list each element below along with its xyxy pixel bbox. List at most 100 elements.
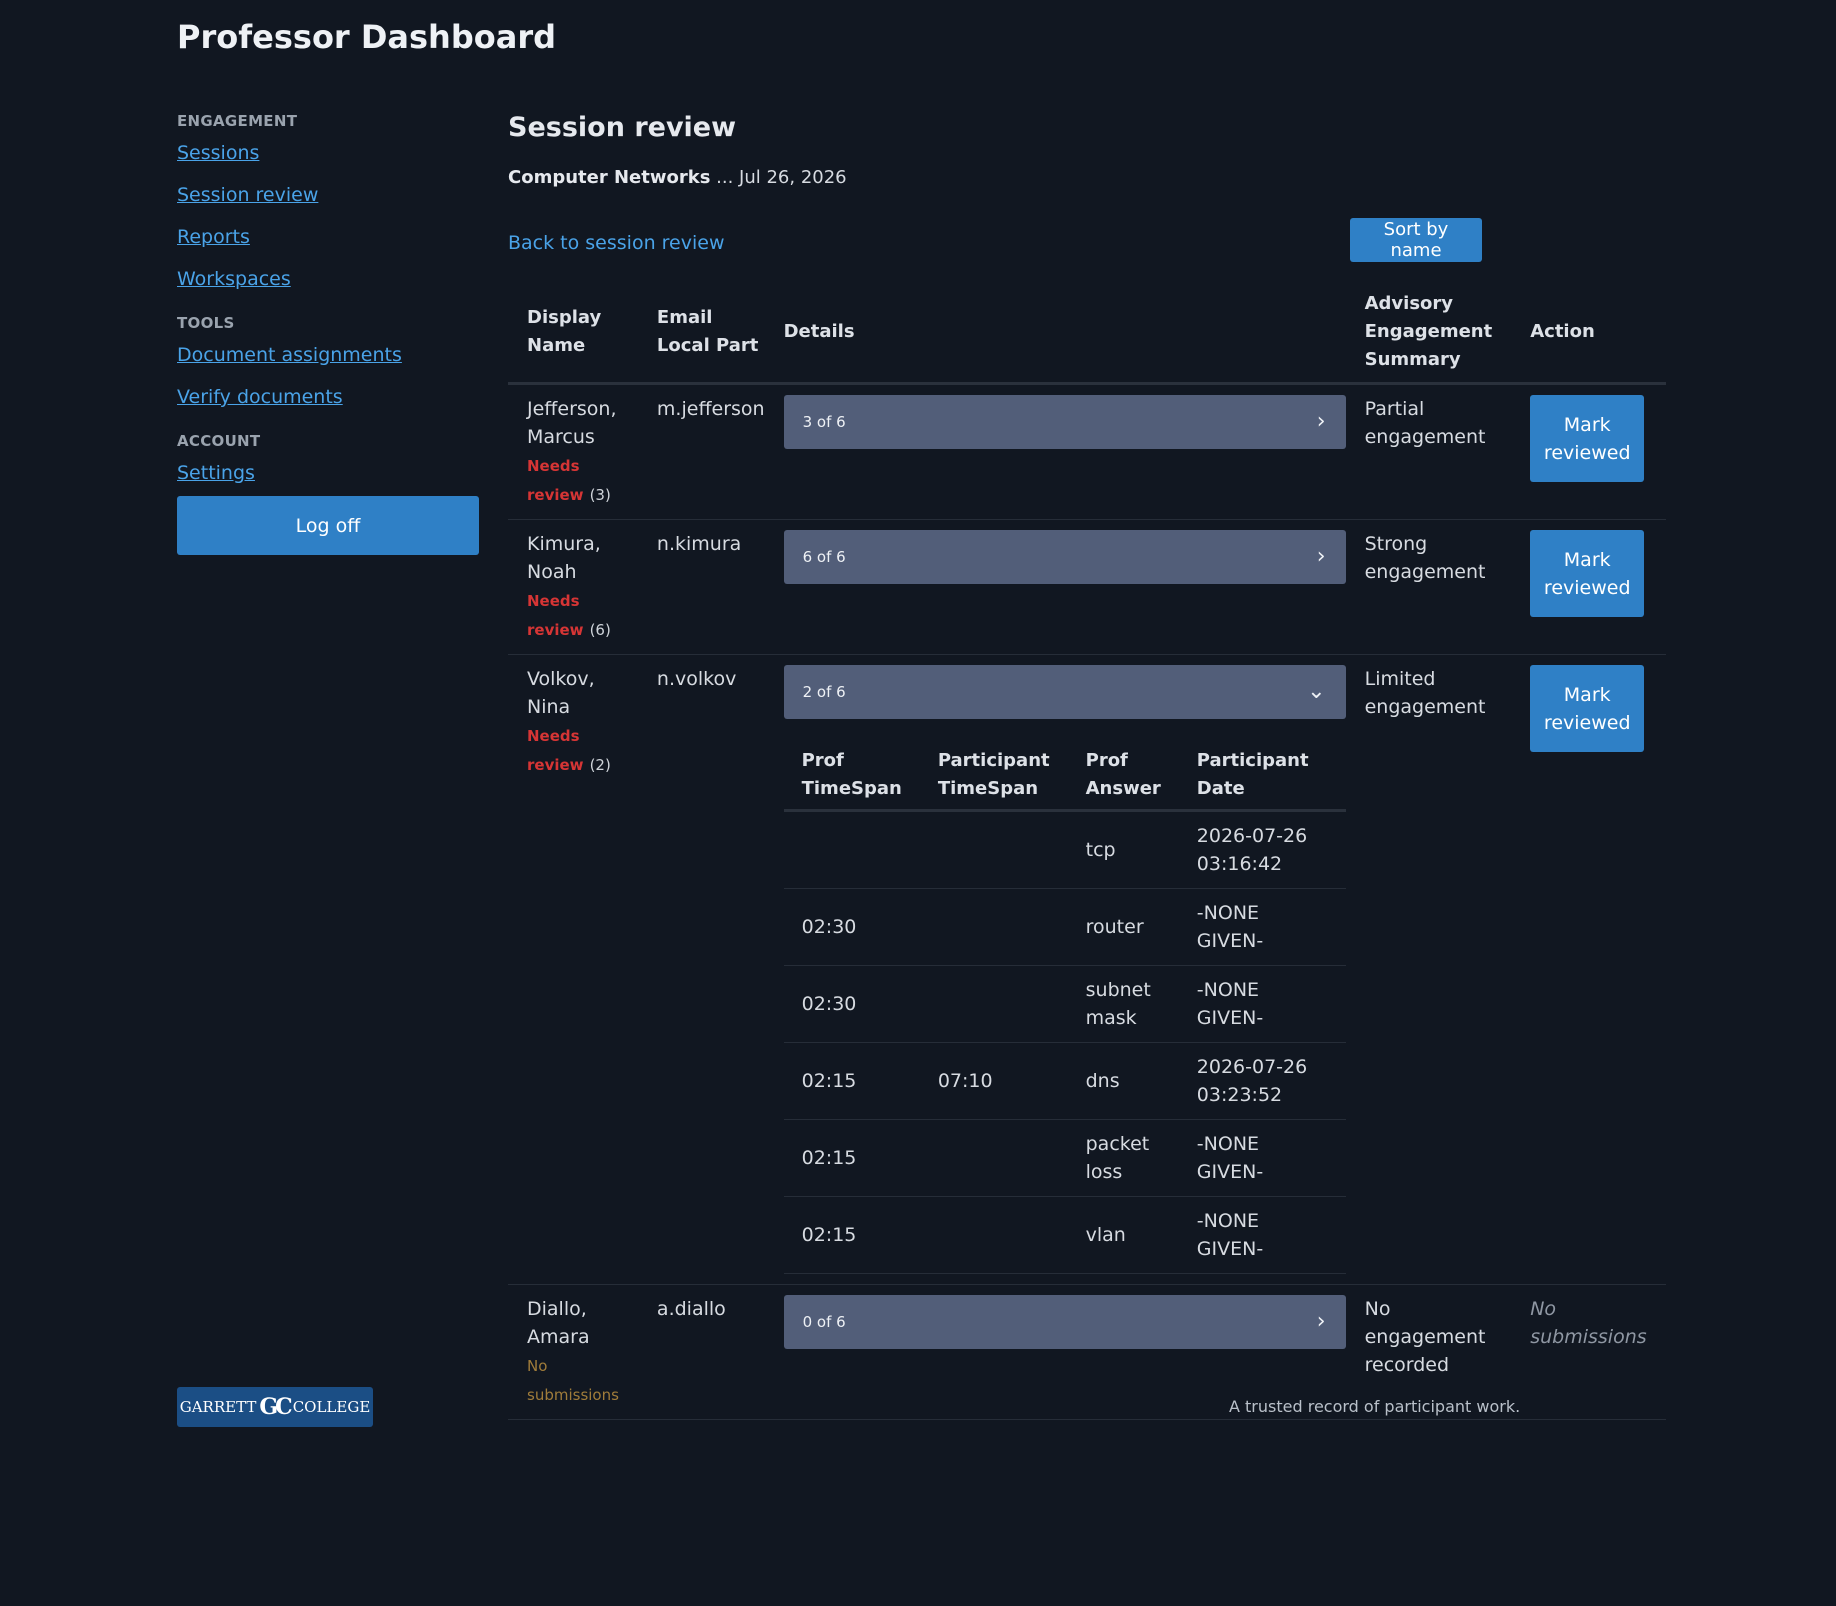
- status-badge: No submissions: [527, 1357, 619, 1404]
- chevron-right-icon: ›: [1316, 544, 1326, 569]
- student-name: Kimura, Noah: [527, 533, 601, 583]
- session-date: ... Jul 26, 2026: [716, 167, 847, 188]
- mark-reviewed-button[interactable]: Mark reviewed: [1530, 395, 1645, 482]
- sidebar-link-settings[interactable]: Settings: [177, 460, 479, 486]
- answers-header-row: Prof TimeSpan Participant TimeSpan Prof …: [783, 741, 1346, 812]
- status-badge: Needs review: [527, 457, 584, 504]
- mark-reviewed-button[interactable]: Mark reviewed: [1530, 665, 1645, 752]
- prof-timespan: 02:30: [783, 888, 920, 966]
- answers-table: Prof TimeSpan Participant TimeSpan Prof …: [783, 741, 1346, 1274]
- course-name: Computer Networks: [508, 167, 711, 188]
- nav-heading-engagement: ENGAGEMENT: [177, 112, 298, 130]
- prof-timespan: 02:30: [783, 965, 920, 1043]
- column-header-participant-date: Participant Date: [1178, 741, 1346, 812]
- details-toggle[interactable]: 0 of 6 ›: [783, 1295, 1346, 1349]
- participant-date: -NONE GIVEN-: [1178, 965, 1346, 1043]
- engagement-summary: Strong engagement: [1345, 519, 1512, 655]
- answer-row: 02:30 router -NONE GIVEN-: [783, 888, 1346, 966]
- details-count: 2 of 6: [802, 683, 846, 701]
- details-toggle[interactable]: 6 of 6 ›: [783, 530, 1346, 584]
- sidebar-link-sessions[interactable]: Sessions: [177, 140, 479, 166]
- sidebar: ENGAGEMENT Sessions Session review Repor…: [177, 112, 479, 555]
- table-row: Jefferson, Marcus Needs review (3) m.jef…: [508, 383, 1666, 520]
- table-header-row: Display Name Email Local Part Details Ad…: [508, 282, 1666, 385]
- participant-timespan: [919, 1119, 1068, 1197]
- prof-timespan: [783, 810, 920, 889]
- sidebar-link-document-assignments[interactable]: Document assignments: [177, 342, 479, 368]
- participant-timespan: [919, 810, 1068, 889]
- email-local-part: n.kimura: [637, 519, 784, 655]
- details-cell: 3 of 6 ›: [783, 383, 1346, 520]
- status-count: (3): [589, 486, 611, 504]
- details-count: 3 of 6: [802, 413, 846, 431]
- answer-row: tcp 2026-07-26 03:16:42: [783, 810, 1346, 889]
- prof-timespan: 02:15: [783, 1119, 920, 1197]
- prof-answer: subnet mask: [1067, 965, 1179, 1043]
- student-cell: Volkov, Nina Needs review (2): [508, 654, 638, 1285]
- prof-answer: dns: [1067, 1042, 1179, 1120]
- nav-section-engagement: ENGAGEMENT Sessions Session review Repor…: [177, 112, 479, 292]
- sidebar-link-verify-documents[interactable]: Verify documents: [177, 384, 479, 410]
- toolbar: Back to session review Sort by name: [508, 218, 1661, 268]
- student-cell: Jefferson, Marcus Needs review (3): [508, 383, 638, 520]
- column-header-display-name: Display Name: [508, 282, 638, 385]
- action-cell: Mark reviewed: [1511, 654, 1666, 1285]
- table-row: Volkov, Nina Needs review (2) n.volkov 2…: [508, 654, 1666, 1285]
- prof-timespan: 02:15: [783, 1042, 920, 1120]
- prof-answer: router: [1067, 888, 1179, 966]
- engagement-summary: Limited engagement: [1345, 654, 1512, 1285]
- action-cell: Mark reviewed: [1511, 383, 1666, 520]
- page-title: Session review: [508, 112, 737, 143]
- column-header-action: Action: [1511, 282, 1666, 385]
- nav-heading-account: ACCOUNT: [177, 432, 261, 450]
- participant-date: -NONE GIVEN-: [1178, 1119, 1346, 1197]
- mark-reviewed-button[interactable]: Mark reviewed: [1530, 530, 1645, 617]
- answer-row: 02:15 packet loss -NONE GIVEN-: [783, 1119, 1346, 1197]
- sidebar-link-workspaces[interactable]: Workspaces: [177, 266, 479, 292]
- details-cell: 2 of 6 ⌄ Prof TimeSpan Participant TimeS…: [783, 654, 1346, 1285]
- details-toggle[interactable]: 2 of 6 ⌄: [783, 665, 1346, 719]
- status-count: (2): [589, 756, 611, 774]
- answer-row: 02:15 07:10 dns 2026-07-26 03:23:52: [783, 1042, 1346, 1120]
- sort-by-name-button[interactable]: Sort by name: [1350, 218, 1482, 262]
- column-header-prof-answer: Prof Answer: [1067, 741, 1179, 812]
- student-name: Volkov, Nina: [527, 668, 595, 718]
- main-content: Session review Computer Networks ... Jul…: [508, 112, 1666, 1420]
- participant-timespan: 07:10: [919, 1042, 1068, 1120]
- log-off-button[interactable]: Log off: [177, 496, 479, 555]
- logo-text-left: GARRETT: [179, 1398, 257, 1416]
- column-header-summary: Advisory Engagement Summary: [1345, 282, 1512, 385]
- nav-section-tools: TOOLS Document assignments Verify docume…: [177, 314, 479, 410]
- answer-row: 02:30 subnet mask -NONE GIVEN-: [783, 965, 1346, 1043]
- participant-date: 2026-07-26 03:16:42: [1178, 810, 1346, 889]
- participant-timespan: [919, 888, 1068, 966]
- sidebar-link-session-review[interactable]: Session review: [177, 182, 479, 208]
- back-to-session-review-link[interactable]: Back to session review: [508, 232, 725, 254]
- session-subtitle: Computer Networks ... Jul 26, 2026: [508, 167, 1661, 188]
- nav-section-account: ACCOUNT Settings: [177, 432, 479, 486]
- prof-answer: vlan: [1067, 1196, 1179, 1274]
- logo-mark: GC: [259, 1394, 292, 1420]
- column-header-details: Details: [783, 282, 1346, 385]
- chevron-right-icon: ›: [1316, 1309, 1326, 1334]
- no-submissions-label: No submissions: [1511, 1284, 1666, 1420]
- student-cell: Kimura, Noah Needs review (6): [508, 519, 638, 655]
- logo-text-right: COLLEGE: [292, 1398, 371, 1416]
- action-cell: Mark reviewed: [1511, 519, 1666, 655]
- app-title: Professor Dashboard: [177, 18, 556, 56]
- prof-answer: packet loss: [1067, 1119, 1179, 1197]
- sidebar-link-reports[interactable]: Reports: [177, 224, 479, 250]
- status-badge: Needs review: [527, 592, 584, 639]
- details-cell: 6 of 6 ›: [783, 519, 1346, 655]
- email-local-part: n.volkov: [637, 654, 784, 1285]
- students-table: Display Name Email Local Part Details Ad…: [508, 282, 1666, 1420]
- participant-date: 2026-07-26 03:23:52: [1178, 1042, 1346, 1120]
- email-local-part: m.jefferson: [637, 383, 784, 520]
- participant-date: -NONE GIVEN-: [1178, 1196, 1346, 1274]
- details-count: 0 of 6: [802, 1313, 846, 1331]
- details-toggle[interactable]: 3 of 6 ›: [783, 395, 1346, 449]
- participant-timespan: [919, 1196, 1068, 1274]
- column-header-email: Email Local Part: [637, 282, 784, 385]
- nav-heading-tools: TOOLS: [177, 314, 235, 332]
- student-cell: Diallo, Amara No submissions: [508, 1284, 638, 1420]
